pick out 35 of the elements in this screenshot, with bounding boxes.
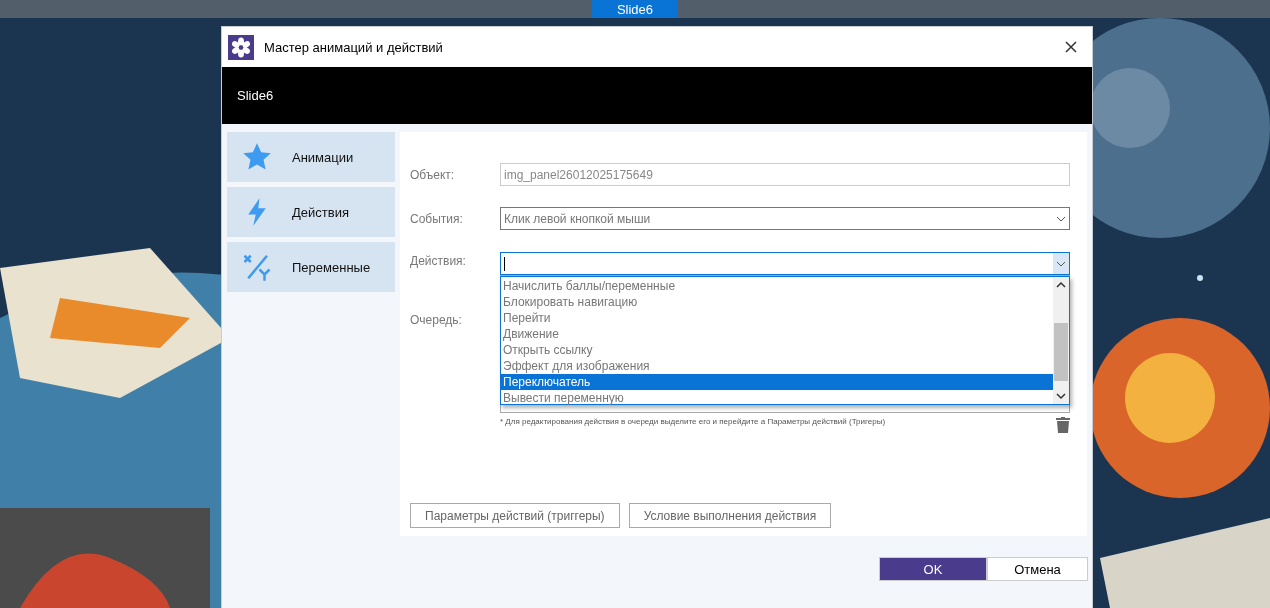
sidebar-item[interactable]: Действия xyxy=(227,187,395,237)
field-label: Действия: xyxy=(410,253,467,268)
scrollbar-thumb[interactable] xyxy=(1054,323,1068,381)
dropdown-option[interactable]: Открыть ссылку xyxy=(501,342,1053,358)
chevron-down-icon xyxy=(1056,260,1066,267)
panel-button[interactable]: Параметры действий (триггеры) xyxy=(410,503,620,528)
dropdown-option[interactable]: Переключатель xyxy=(501,374,1053,390)
field-label: Очередь: xyxy=(410,312,463,327)
cancel-button[interactable]: Отмена xyxy=(987,557,1088,581)
chevron-down-icon xyxy=(1056,215,1066,222)
slide-tab[interactable]: Slide6 xyxy=(592,0,678,18)
sidebar-item[interactable]: Анимации xyxy=(227,132,395,182)
dropdown-option[interactable]: Перейти xyxy=(501,310,1053,326)
dropdown-option[interactable]: Блокировать навигацию xyxy=(501,294,1053,310)
dropdown-option[interactable]: Вывести переменную xyxy=(501,390,1053,406)
dropdown-option[interactable]: Эффект для изображения xyxy=(501,358,1053,374)
field-label: Объект: xyxy=(410,167,456,182)
action-dropdown[interactable] xyxy=(500,252,1070,275)
scroll-down-icon[interactable] xyxy=(1056,392,1066,400)
panel-button[interactable]: Условие выполнения действия xyxy=(628,503,832,528)
hint-text: * Для редактирования действия в очереди выделите его и перейдите а Параметры действий (Тригеры) xyxy=(500,417,886,428)
window-title: Мастер анимаций и действий xyxy=(264,39,444,55)
app-logo-icon xyxy=(228,34,254,60)
close-icon[interactable] xyxy=(1064,40,1078,54)
field-label: События: xyxy=(410,211,464,226)
star-icon xyxy=(242,142,272,172)
dropdown-option[interactable]: Движение xyxy=(501,326,1053,342)
sidebar-item[interactable]: Переменные xyxy=(227,242,395,292)
variable-icon xyxy=(242,252,272,282)
slide-title: Slide6 xyxy=(237,88,274,103)
ok-button[interactable]: OK xyxy=(879,557,987,581)
scroll-up-icon[interactable] xyxy=(1056,281,1066,289)
event-dropdown[interactable]: Клик левой кнопкой мыши xyxy=(500,207,1070,230)
dropdown-option[interactable]: Начислить баллы/переменные xyxy=(501,278,1053,294)
trash-icon[interactable] xyxy=(1056,417,1070,433)
